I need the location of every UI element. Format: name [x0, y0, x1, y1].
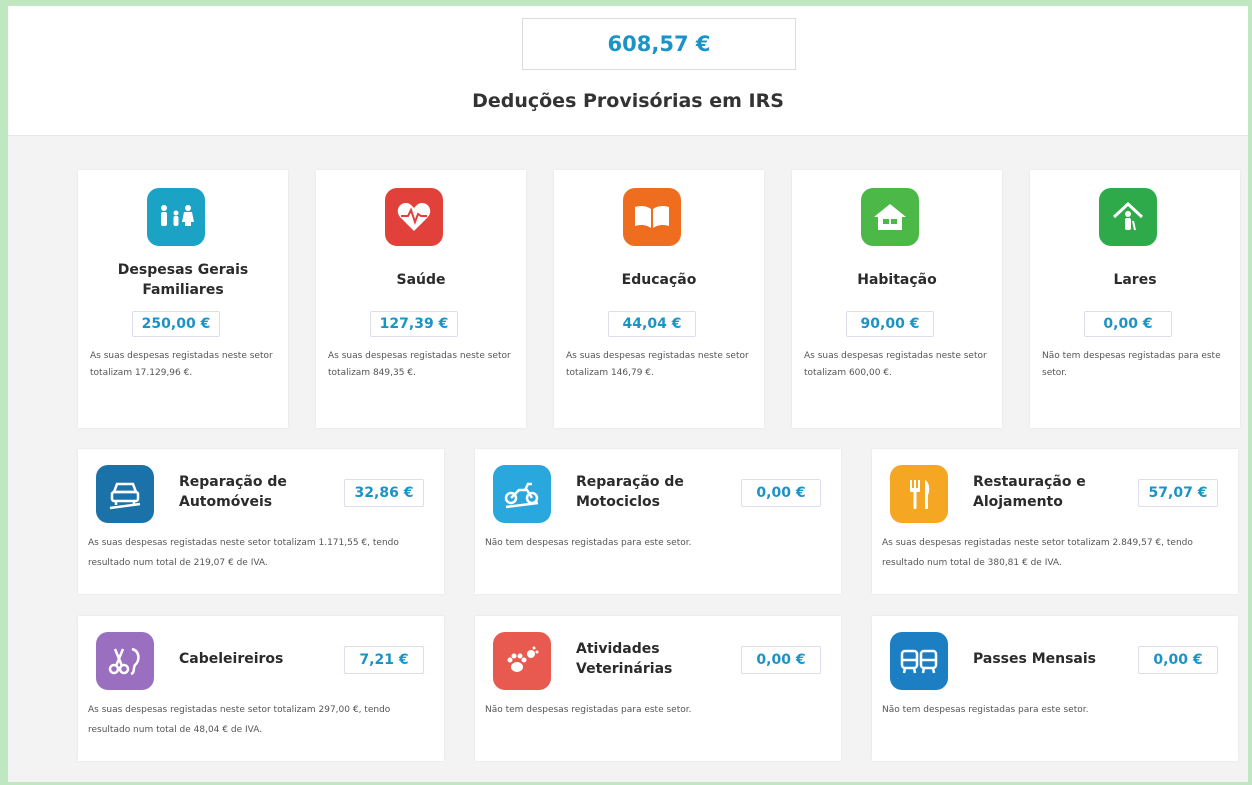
category-amount: 0,00 €: [1138, 646, 1218, 674]
category-amount: 0,00 €: [741, 479, 821, 507]
category-description: As suas despesas registadas neste setor …: [88, 538, 399, 568]
paw-icon: [493, 632, 551, 690]
total-deductions-badge: 608,57 €: [522, 18, 796, 70]
motorcycle-icon: [493, 465, 551, 523]
category-description: Não tem despesas registadas para este se…: [1042, 351, 1221, 378]
category-description: As suas despesas registadas neste setor …: [882, 538, 1193, 568]
category-card-habitacao[interactable]: Habitação 90,00 € As suas despesas regis…: [792, 170, 1002, 428]
category-card-passes-mensais[interactable]: Passes Mensais 0,00 € Não tem despesas r…: [872, 616, 1238, 761]
category-amount: 0,00 €: [1084, 311, 1172, 337]
scissors-icon: [96, 632, 154, 690]
category-card-reparacao-motociclos[interactable]: Reparação de Motociclos 0,00 € Não tem d…: [475, 449, 841, 594]
cutlery-icon: [890, 465, 948, 523]
category-amount: 32,86 €: [344, 479, 424, 507]
bus-icon: [890, 632, 948, 690]
category-card-restauracao-alojamento[interactable]: Restauração e Alojamento 57,07 € As suas…: [872, 449, 1238, 594]
house-icon: [861, 188, 919, 246]
category-amount: 57,07 €: [1138, 479, 1218, 507]
category-card-despesas-gerais[interactable]: Despesas Gerais Familiares 250,00 € As s…: [78, 170, 288, 428]
category-card-reparacao-automoveis[interactable]: Reparação de Automóveis 32,86 € As suas …: [78, 449, 444, 594]
category-description: As suas despesas registadas neste setor …: [804, 351, 987, 378]
category-name: Saúde: [396, 272, 446, 288]
category-card-atividades-veterinarias[interactable]: Atividades Veterinárias 0,00 € Não tem d…: [475, 616, 841, 761]
category-name: Atividades Veterinárias: [576, 641, 673, 677]
category-name: Cabeleireiros: [179, 651, 284, 667]
header: 608,57 € Deduções Provisórias em IRS: [8, 6, 1248, 136]
book-icon: [623, 188, 681, 246]
category-amount: 90,00 €: [846, 311, 934, 337]
category-amount: 127,39 €: [370, 311, 458, 337]
category-name: Reparação de Motociclos: [576, 474, 684, 510]
category-name: Educação: [621, 272, 697, 288]
category-name: Restauração e Alojamento: [973, 474, 1086, 510]
family-icon: [147, 188, 205, 246]
category-name: Habitação: [857, 272, 937, 288]
category-amount: 0,00 €: [741, 646, 821, 674]
category-name: Reparação de Automóveis: [179, 474, 287, 510]
category-description: As suas despesas registadas neste setor …: [328, 351, 511, 378]
category-amount: 250,00 €: [132, 311, 220, 337]
category-description: As suas despesas registadas neste setor …: [90, 351, 273, 378]
heart-icon: [385, 188, 443, 246]
category-description: Não tem despesas registadas para este se…: [485, 705, 692, 715]
category-description: As suas despesas registadas neste setor …: [88, 705, 391, 735]
category-name: Despesas Gerais Familiares: [117, 262, 249, 298]
elderly-home-icon: [1099, 188, 1157, 246]
irs-dashboard: 608,57 € Deduções Provisórias em IRS Des…: [8, 6, 1248, 782]
category-name: Passes Mensais: [973, 651, 1097, 667]
category-description: As suas despesas registadas neste setor …: [566, 351, 749, 378]
category-description: Não tem despesas registadas para este se…: [882, 705, 1089, 715]
category-card-cabeleireiros[interactable]: Cabeleireiros 7,21 € As suas despesas re…: [78, 616, 444, 761]
car-icon: [96, 465, 154, 523]
category-description: Não tem despesas registadas para este se…: [485, 538, 692, 548]
category-card-educacao[interactable]: Educação 44,04 € As suas despesas regist…: [554, 170, 764, 428]
page-title: Deduções Provisórias em IRS: [472, 90, 784, 112]
category-amount: 7,21 €: [344, 646, 424, 674]
category-card-lares[interactable]: Lares 0,00 € Não tem despesas registadas…: [1030, 170, 1240, 428]
category-card-saude[interactable]: Saúde 127,39 € As suas despesas registad…: [316, 170, 526, 428]
category-name: Lares: [1113, 272, 1157, 288]
category-amount: 44,04 €: [608, 311, 696, 337]
